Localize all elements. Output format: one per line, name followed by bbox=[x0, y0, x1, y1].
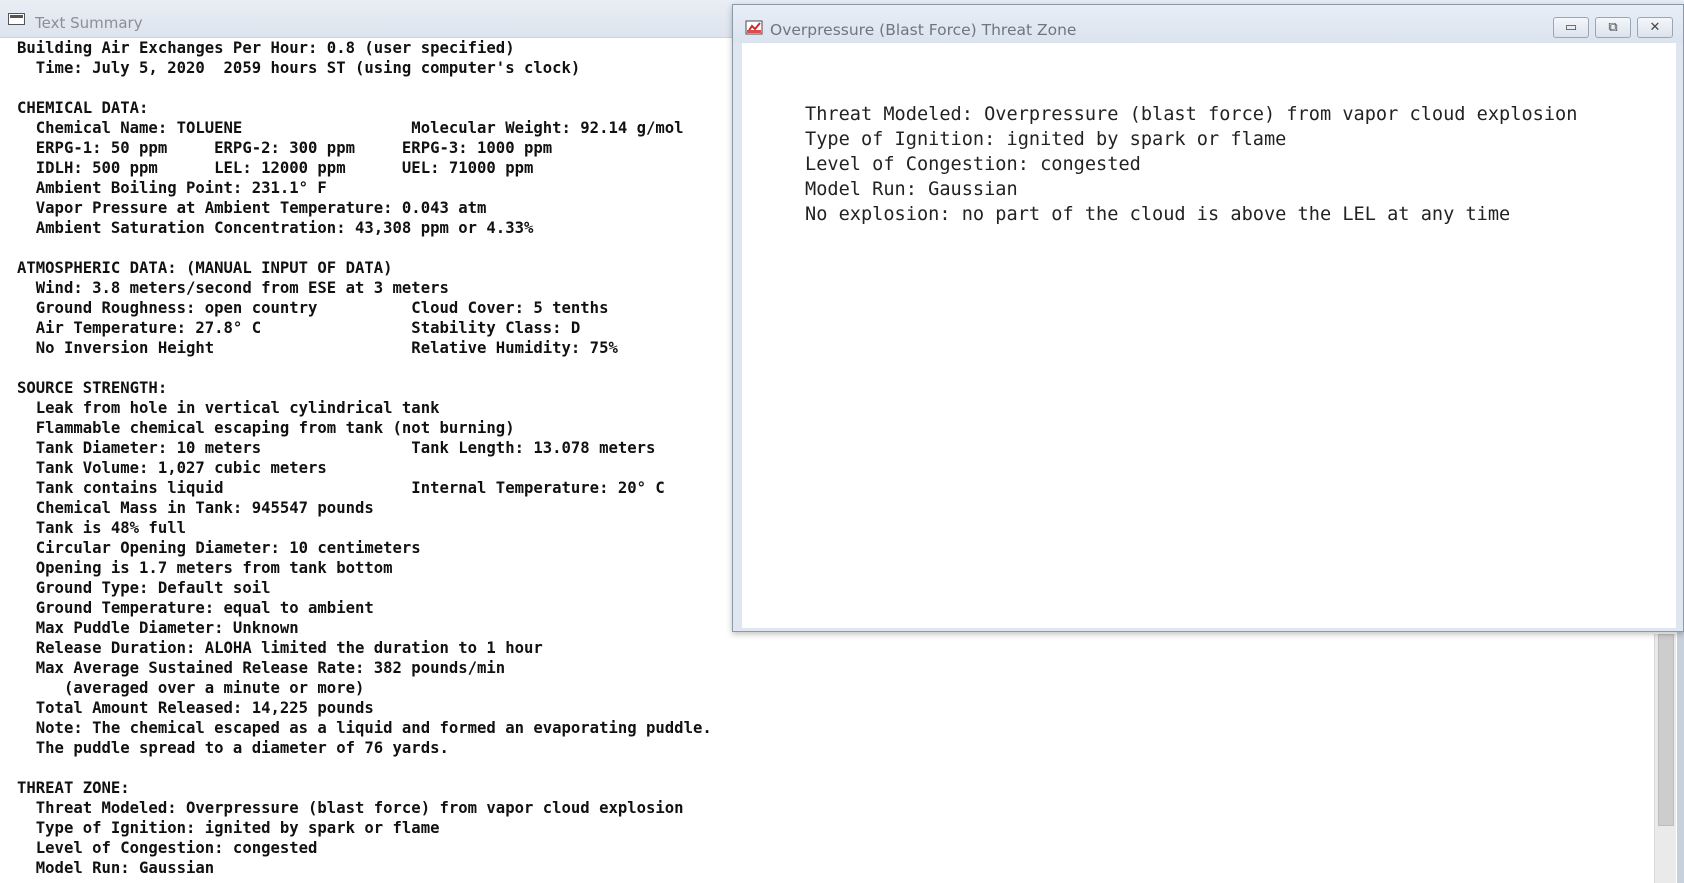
vertical-scrollbar[interactable] bbox=[1654, 634, 1676, 883]
scrollbar-thumb[interactable] bbox=[1658, 634, 1674, 826]
maximize-button[interactable]: ⧉ bbox=[1595, 17, 1631, 38]
close-button[interactable]: ✕ bbox=[1637, 17, 1673, 38]
threat-zone-window: Overpressure (Blast Force) Threat Zone ▭… bbox=[732, 4, 1684, 632]
text-summary-content: Building Air Exchanges Per Hour: 0.8 (us… bbox=[17, 39, 712, 877]
threat-zone-text: Threat Modeled: Overpressure (blast forc… bbox=[805, 104, 1578, 225]
threat-zone-title: Overpressure (Blast Force) Threat Zone bbox=[770, 21, 1077, 39]
text-summary-title: Text Summary bbox=[35, 14, 143, 32]
threat-zone-plot-icon bbox=[745, 20, 763, 35]
minimize-button[interactable]: ▭ bbox=[1553, 17, 1589, 38]
threat-zone-titlebar[interactable]: Overpressure (Blast Force) Threat Zone ▭… bbox=[733, 5, 1683, 43]
threat-zone-content: Threat Modeled: Overpressure (blast forc… bbox=[742, 43, 1676, 628]
text-window-icon bbox=[8, 13, 25, 25]
